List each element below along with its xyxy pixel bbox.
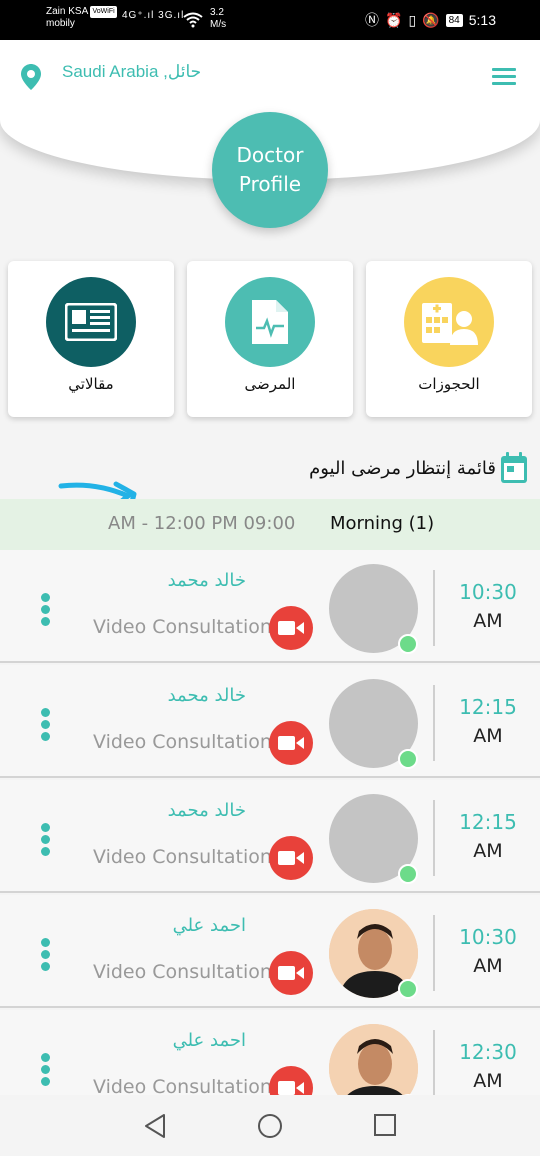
waiting-list-title: قائمة إنتظار مرضى اليوم bbox=[309, 452, 528, 484]
patient-name: خالد محمد bbox=[167, 570, 246, 591]
hospital-doctor-icon bbox=[404, 277, 494, 367]
video-call-button[interactable] bbox=[269, 951, 313, 995]
patient-name: احمد علي bbox=[172, 915, 246, 936]
appointment-ampm: AM bbox=[473, 1070, 503, 1092]
back-icon[interactable] bbox=[143, 1113, 167, 1139]
divider bbox=[433, 685, 435, 761]
appointment-row[interactable]: خالد محمد Video Consultation 12:15 AM bbox=[0, 780, 540, 893]
video-call-button[interactable] bbox=[269, 1066, 313, 1095]
vibrate-icon: ▯ bbox=[408, 11, 417, 28]
video-call-button[interactable] bbox=[269, 721, 313, 765]
online-status-dot bbox=[398, 864, 418, 884]
more-options-icon[interactable] bbox=[41, 1053, 51, 1089]
online-status-dot bbox=[398, 634, 418, 654]
appointment-row[interactable]: خالد محمد Video Consultation 10:30 AM bbox=[0, 550, 540, 663]
patient-name: احمد علي bbox=[172, 1030, 246, 1051]
shift-bar[interactable]: AM - 12:00 PM 09:00 Morning (1) bbox=[0, 499, 540, 550]
home-icon[interactable] bbox=[257, 1113, 283, 1139]
more-options-icon[interactable] bbox=[41, 938, 51, 974]
consultation-type: Video Consultation bbox=[93, 616, 272, 638]
hamburger-menu-icon[interactable] bbox=[492, 68, 516, 89]
consultation-type: Video Consultation bbox=[93, 846, 272, 868]
card-label: المرضى bbox=[244, 375, 296, 393]
status-right: Ⓝ ⏰ ▯ 🔕 84 5:13 bbox=[365, 10, 496, 30]
carrier-info: Zain KSA VoWiFi mobily bbox=[46, 6, 117, 30]
section-title-text: قائمة إنتظار مرضى اليوم bbox=[309, 457, 496, 479]
appointment-row[interactable]: خالد محمد Video Consultation 12:15 AM bbox=[0, 665, 540, 778]
status-bar: Zain KSA VoWiFi mobily 4G⁺.ıl 3G.ıl 3.2 … bbox=[0, 0, 540, 40]
consultation-type: Video Consultation bbox=[93, 961, 272, 983]
nfc-icon: Ⓝ bbox=[365, 12, 380, 28]
location-text[interactable]: Saudi Arabia ,حائل bbox=[62, 62, 201, 82]
card-label: مقالاتي bbox=[68, 375, 114, 393]
mute-icon: 🔕 bbox=[422, 11, 440, 28]
speed-value: 3.2 bbox=[210, 7, 224, 18]
more-options-icon[interactable] bbox=[41, 823, 51, 859]
shift-time-range: AM - 12:00 PM 09:00 bbox=[108, 513, 296, 534]
appointment-ampm: AM bbox=[473, 955, 503, 977]
doctor-profile-button[interactable]: Doctor Profile bbox=[212, 112, 328, 228]
online-status-dot bbox=[398, 979, 418, 999]
appointment-time: 10:30 bbox=[459, 580, 517, 604]
divider bbox=[433, 800, 435, 876]
consultation-type: Video Consultation bbox=[93, 1076, 272, 1095]
appointment-ampm: AM bbox=[473, 725, 503, 747]
video-camera-icon bbox=[278, 851, 304, 865]
card-my-articles[interactable]: مقالاتي bbox=[8, 261, 174, 417]
video-call-button[interactable] bbox=[269, 836, 313, 880]
video-camera-icon bbox=[278, 621, 304, 635]
divider bbox=[433, 915, 435, 991]
clock-time: 5:13 bbox=[468, 12, 496, 28]
patient-name: خالد محمد bbox=[167, 800, 246, 821]
online-status-dot bbox=[398, 749, 418, 769]
shift-name: Morning (1) bbox=[330, 513, 435, 534]
network-speed: 3.2 M/s bbox=[210, 7, 226, 31]
patient-name: خالد محمد bbox=[167, 685, 246, 706]
consultation-type: Video Consultation bbox=[93, 731, 272, 753]
divider bbox=[433, 1030, 435, 1095]
more-options-icon[interactable] bbox=[41, 593, 51, 629]
speed-unit: M/s bbox=[210, 19, 227, 30]
appointment-ampm: AM bbox=[473, 610, 503, 632]
newspaper-icon bbox=[46, 277, 136, 367]
system-nav-bar bbox=[0, 1095, 540, 1156]
appointment-time: 12:30 bbox=[459, 1040, 517, 1064]
divider bbox=[433, 570, 435, 646]
appointment-ampm: AM bbox=[473, 840, 503, 862]
appointment-row[interactable]: احمد علي Video Consultation 10:30 AM bbox=[0, 895, 540, 1008]
wifi-icon bbox=[183, 12, 203, 28]
appointment-time: 12:15 bbox=[459, 810, 517, 834]
alarm-icon: ⏰ bbox=[385, 11, 403, 28]
operator-name: mobily bbox=[46, 18, 75, 29]
calendar-icon bbox=[501, 452, 527, 483]
battery-icon: 84 bbox=[445, 13, 463, 27]
location-pin-icon[interactable] bbox=[21, 64, 41, 90]
carrier-name: Zain KSA bbox=[46, 6, 88, 17]
signal-icon: 4G⁺.ıl 3G.ıl bbox=[122, 10, 185, 21]
recents-icon[interactable] bbox=[373, 1113, 397, 1137]
appointment-time: 12:15 bbox=[459, 695, 517, 719]
appointment-list[interactable]: خالد محمد Video Consultation 10:30 AM خا… bbox=[0, 550, 540, 1095]
video-camera-icon bbox=[278, 736, 304, 750]
volte-badge: VoWiFi bbox=[90, 6, 117, 18]
card-bookings[interactable]: الحجوزات bbox=[366, 261, 532, 417]
video-call-button[interactable] bbox=[269, 606, 313, 650]
appointment-time: 10:30 bbox=[459, 925, 517, 949]
more-options-icon[interactable] bbox=[41, 708, 51, 744]
video-camera-icon bbox=[278, 1081, 304, 1095]
appointment-row[interactable]: احمد علي Video Consultation 12:30 AM bbox=[0, 1010, 540, 1095]
avatar-photo bbox=[329, 1024, 418, 1095]
card-label: الحجوزات bbox=[418, 375, 480, 393]
video-camera-icon bbox=[278, 966, 304, 980]
card-patients[interactable]: المرضى bbox=[187, 261, 353, 417]
medical-file-icon bbox=[225, 277, 315, 367]
